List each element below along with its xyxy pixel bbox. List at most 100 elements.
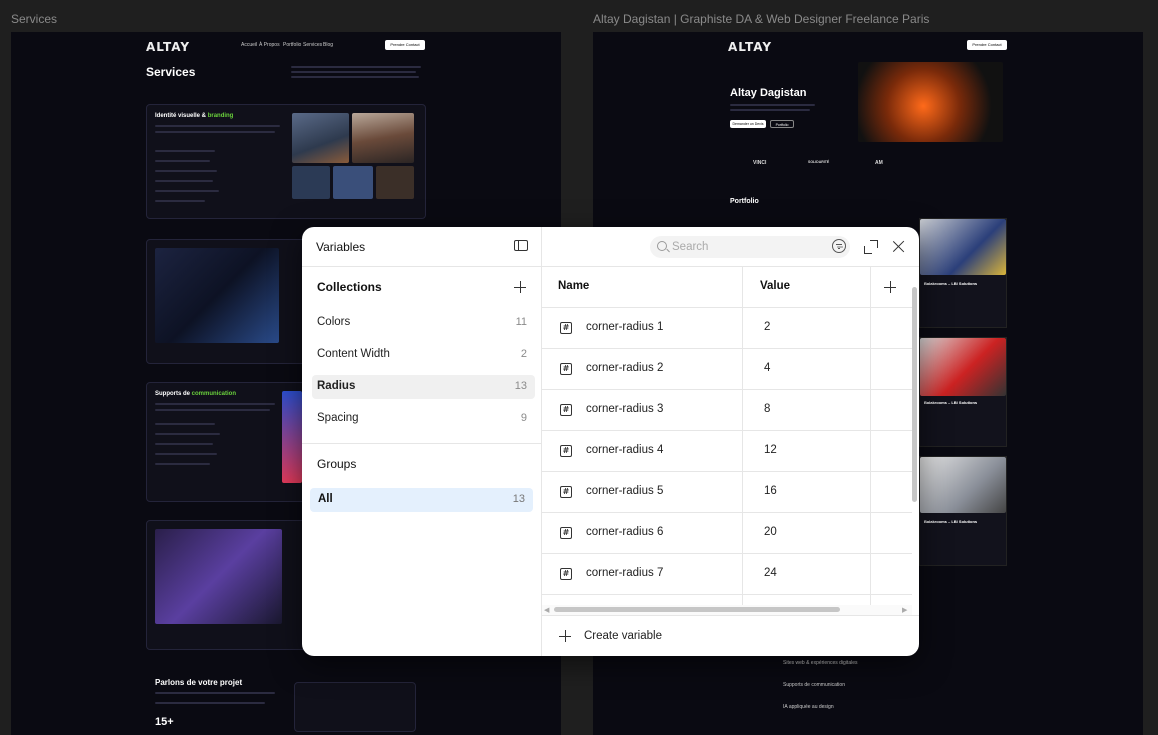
variable-value[interactable]: 8	[764, 403, 770, 415]
vertical-scrollbar[interactable]	[911, 267, 919, 607]
table-row[interactable]: # corner-radius 5 16	[542, 472, 912, 513]
sidebar-toggle-icon[interactable]	[514, 240, 528, 251]
number-variable-icon: #	[560, 568, 572, 580]
create-variable-button[interactable]: Create variable	[542, 615, 919, 656]
table-row[interactable]: # corner-radius 2 4	[542, 349, 912, 390]
expand-icon[interactable]	[864, 240, 878, 254]
column-header-value[interactable]: Value	[760, 280, 790, 292]
group-item-all[interactable]: All 13	[310, 488, 533, 512]
brand-logo: AM	[875, 160, 883, 166]
variable-name[interactable]: corner-radius 4	[586, 444, 663, 456]
text-line	[155, 409, 270, 411]
table-row[interactable]: # corner-radius 3 8	[542, 390, 912, 431]
service-link: Supports de communication	[783, 682, 845, 688]
variable-value[interactable]: 12	[764, 444, 777, 456]
horizontal-scrollbar[interactable]: ◀ ▶	[542, 605, 912, 615]
search-icon	[657, 241, 667, 251]
collection-item-colors[interactable]: Colors 11	[312, 311, 535, 335]
variables-modal: Variables Collections Colors 11 Content …	[302, 227, 919, 656]
hero-primary-button: Demander un Devis	[730, 120, 766, 128]
table-row[interactable]: # corner-radius 1 2	[542, 308, 912, 349]
close-icon[interactable]	[892, 240, 905, 253]
group-count: 13	[512, 493, 525, 505]
groups-title: Groups	[317, 457, 357, 471]
contact-title: Parlons de votre projet	[155, 678, 243, 687]
hero-image	[858, 62, 1003, 142]
variable-value[interactable]: 2	[764, 321, 770, 333]
search-box[interactable]	[650, 236, 850, 258]
site-logo: ALTAY	[728, 40, 773, 54]
variable-name[interactable]: corner-radius 1	[586, 321, 663, 333]
variable-value[interactable]: 16	[764, 485, 777, 497]
image-thumbnail	[920, 457, 1006, 513]
collection-item-spacing[interactable]: Spacing 9	[312, 407, 535, 431]
table-row[interactable]: # corner-radius 7 24	[542, 554, 912, 595]
collection-count: 2	[520, 348, 527, 360]
frame-label-services[interactable]: Services	[11, 12, 57, 26]
nav-item: À Propos	[259, 42, 280, 48]
variable-value[interactable]: 4	[764, 362, 770, 374]
image-thumbnail	[333, 166, 373, 199]
collection-label: Colors	[317, 316, 351, 328]
variable-value[interactable]: 24	[764, 567, 777, 579]
nav-item: Accueil	[241, 42, 258, 48]
card-title: Identité visuelle & branding	[155, 113, 234, 119]
cta-button: Prendre Contact	[967, 40, 1007, 50]
table-row[interactable]: # corner-radius 6 20	[542, 513, 912, 554]
filter-icon[interactable]	[832, 239, 846, 253]
text-line	[155, 160, 210, 162]
text-line	[291, 76, 419, 78]
portfolio-card: Balakrooms – LBI Solutions	[919, 456, 1007, 566]
text-line	[155, 463, 210, 465]
search-input[interactable]	[672, 239, 822, 255]
text-line	[291, 71, 416, 73]
variable-name[interactable]: corner-radius 3	[586, 403, 663, 415]
card-title: Balakrooms – LBI Solutions	[924, 281, 978, 286]
variable-name[interactable]: corner-radius 2	[586, 362, 663, 374]
variable-value[interactable]: 20	[764, 526, 777, 538]
scroll-right-icon[interactable]: ▶	[902, 606, 907, 614]
portfolio-card: Balakrooms – LBI Solutions	[919, 218, 1007, 328]
variable-name[interactable]: corner-radius 5	[586, 485, 663, 497]
variable-name[interactable]: corner-radius 7	[586, 567, 663, 579]
collection-count: 11	[515, 316, 527, 328]
card-title: Balakrooms – LBI Solutions	[924, 400, 978, 405]
collection-label: Radius	[317, 380, 356, 392]
hero-secondary-button: Portfolio	[770, 120, 794, 128]
image-thumbnail	[292, 113, 349, 163]
collection-item-content-width[interactable]: Content Width 2	[312, 343, 535, 367]
card-title: Supports de communication	[155, 391, 237, 397]
hero-title: Altay Dagistan	[730, 87, 807, 99]
add-mode-icon[interactable]	[884, 281, 896, 293]
frame-label-home[interactable]: Altay Dagistan | Graphiste DA & Web Desi…	[593, 12, 929, 26]
group-label: All	[318, 493, 333, 505]
text-line	[155, 443, 213, 445]
scroll-left-icon[interactable]: ◀	[544, 606, 549, 614]
section-divider	[302, 443, 542, 444]
scroll-thumb[interactable]	[554, 607, 840, 612]
scroll-thumb[interactable]	[912, 287, 917, 502]
image-thumbnail	[920, 338, 1006, 396]
column-header-name[interactable]: Name	[558, 280, 589, 292]
number-variable-icon: #	[560, 486, 572, 498]
text-line	[155, 433, 220, 435]
text-line	[155, 453, 217, 455]
nav-item: Portfolio	[283, 42, 302, 48]
image-thumbnail	[920, 219, 1006, 275]
collection-item-radius[interactable]: Radius 13	[312, 375, 535, 399]
text-line	[155, 702, 265, 704]
sidebar-header: Variables	[302, 227, 542, 267]
portfolio-title: Portfolio	[730, 198, 759, 205]
number-variable-icon: #	[560, 322, 572, 334]
table-header: Name Value	[542, 267, 912, 308]
image-thumbnail	[155, 529, 282, 624]
collection-label: Spacing	[317, 412, 359, 424]
card-title: Balakrooms – LBI Solutions	[924, 519, 978, 524]
modal-title: Variables	[316, 240, 366, 254]
variable-name[interactable]: corner-radius 6	[586, 526, 663, 538]
collections-title: Collections	[317, 280, 382, 294]
text-line	[155, 403, 275, 405]
table-row[interactable]: # corner-radius 4 12	[542, 431, 912, 472]
add-collection-icon[interactable]	[514, 281, 526, 293]
service-card-branding: Identité visuelle & branding	[146, 104, 426, 219]
